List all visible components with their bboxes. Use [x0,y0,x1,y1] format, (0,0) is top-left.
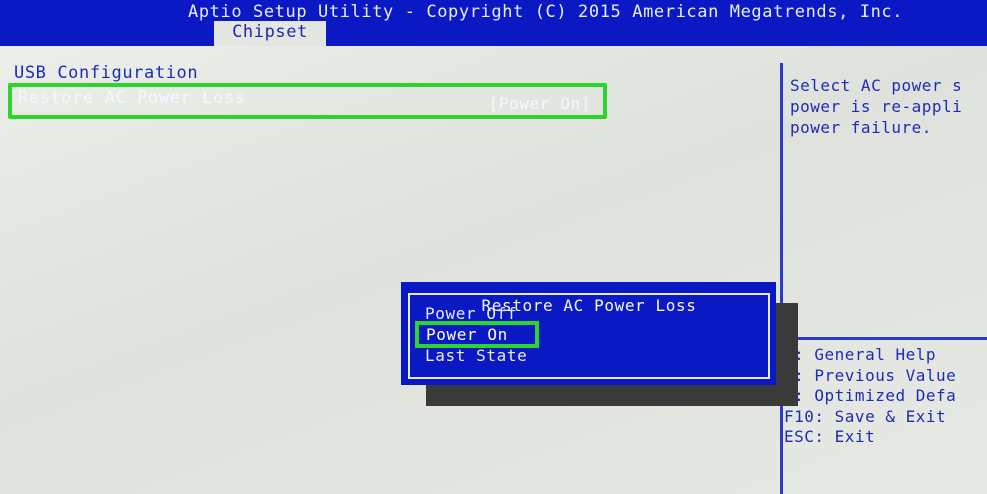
key-legend-divider [780,337,987,340]
option-power-on-highlight[interactable]: Power On [415,321,539,348]
title-bar: Aptio Setup Utility - Copyright (C) 2015… [0,0,987,46]
option-last-state[interactable]: Last State [425,346,527,365]
setting-value[interactable]: [Power On] [489,94,591,113]
section-title-usb-configuration[interactable]: USB Configuration [14,63,198,83]
key-legend: 1: General Help 2: Previous Value 9: Opt… [784,345,957,446]
help-text: Select AC power s power is re-appli powe… [790,76,963,137]
option-power-on[interactable]: Power On [426,325,508,344]
help-panel-divider [780,63,783,494]
app-title: Aptio Setup Utility - Copyright (C) 2015… [188,2,904,22]
tab-chipset[interactable]: Chipset [214,21,326,46]
options-popup: Restore AC Power Loss Power Off Power On… [401,282,776,385]
setting-restore-ac-power-loss[interactable]: Restore AC Power Loss [Power On] [8,83,607,119]
setting-label: Restore AC Power Loss [18,88,246,108]
